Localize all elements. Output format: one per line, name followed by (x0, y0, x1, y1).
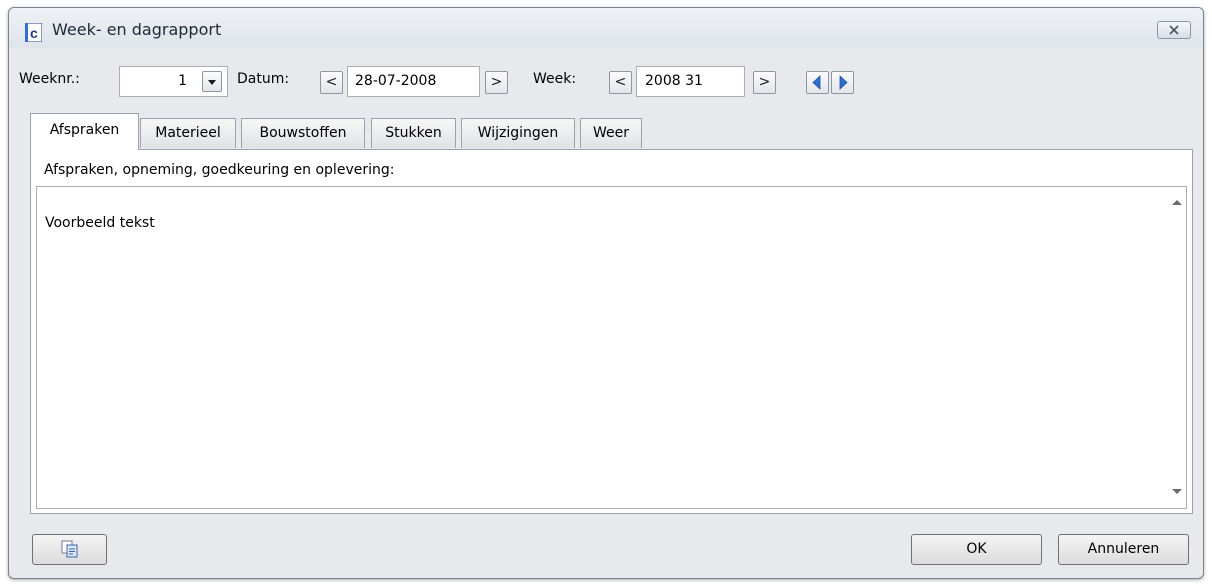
dialog-window: c Week- en dagrapport Weeknr.: 1 Datum: … (8, 7, 1204, 579)
scroll-up-icon[interactable] (1172, 200, 1182, 205)
vertical-scrollbar[interactable] (1169, 187, 1186, 508)
tab-weer[interactable]: Weer (580, 118, 642, 148)
close-button[interactable] (1157, 21, 1191, 39)
previous-record-button[interactable] (806, 71, 829, 94)
weeknr-dropdown[interactable]: 1 (119, 66, 228, 97)
textarea-text: Voorbeeld tekst (45, 215, 155, 231)
ok-button[interactable]: OK (911, 534, 1042, 565)
next-record-button[interactable] (831, 71, 854, 94)
section-label: Afspraken, opneming, goedkeuring en ople… (44, 162, 395, 178)
chevron-down-icon (208, 80, 216, 85)
datum-prev-button[interactable]: < (320, 71, 343, 94)
week-label: Week: (533, 71, 577, 87)
scroll-down-icon[interactable] (1172, 489, 1182, 494)
tab-panel: Afspraken, opneming, goedkeuring en ople… (30, 149, 1193, 514)
window-title: Week- en dagrapport (52, 20, 222, 39)
copy-icon (61, 540, 78, 558)
tab-afspraken[interactable]: Afspraken (30, 113, 139, 150)
datum-label: Datum: (237, 71, 290, 87)
copy-button[interactable] (32, 534, 107, 565)
tab-stukken[interactable]: Stukken (371, 118, 456, 148)
datum-input[interactable]: 28-07-2008 (347, 66, 480, 97)
app-logo-icon: c (25, 23, 42, 42)
weeknr-value: 1 (178, 73, 187, 89)
cancel-button[interactable]: Annuleren (1058, 534, 1189, 565)
title-bar: c Week- en dagrapport (9, 8, 1203, 48)
datum-next-button[interactable]: > (485, 71, 508, 94)
close-icon (1169, 25, 1179, 35)
tab-wijzigingen[interactable]: Wijzigingen (461, 118, 575, 148)
tab-materieel[interactable]: Materieel (140, 118, 236, 148)
week-prev-button[interactable]: < (609, 71, 632, 94)
triangle-right-icon (839, 75, 848, 90)
week-next-button[interactable]: > (753, 71, 776, 94)
weeknr-label: Weeknr.: (19, 71, 80, 87)
tab-bouwstoffen[interactable]: Bouwstoffen (241, 118, 365, 148)
triangle-left-icon (812, 75, 821, 90)
afspraken-textarea[interactable]: Voorbeeld tekst (36, 186, 1187, 509)
svg-text:c: c (30, 25, 38, 41)
week-input[interactable]: 2008 31 (636, 66, 745, 97)
weeknr-dropdown-button[interactable] (202, 71, 222, 92)
